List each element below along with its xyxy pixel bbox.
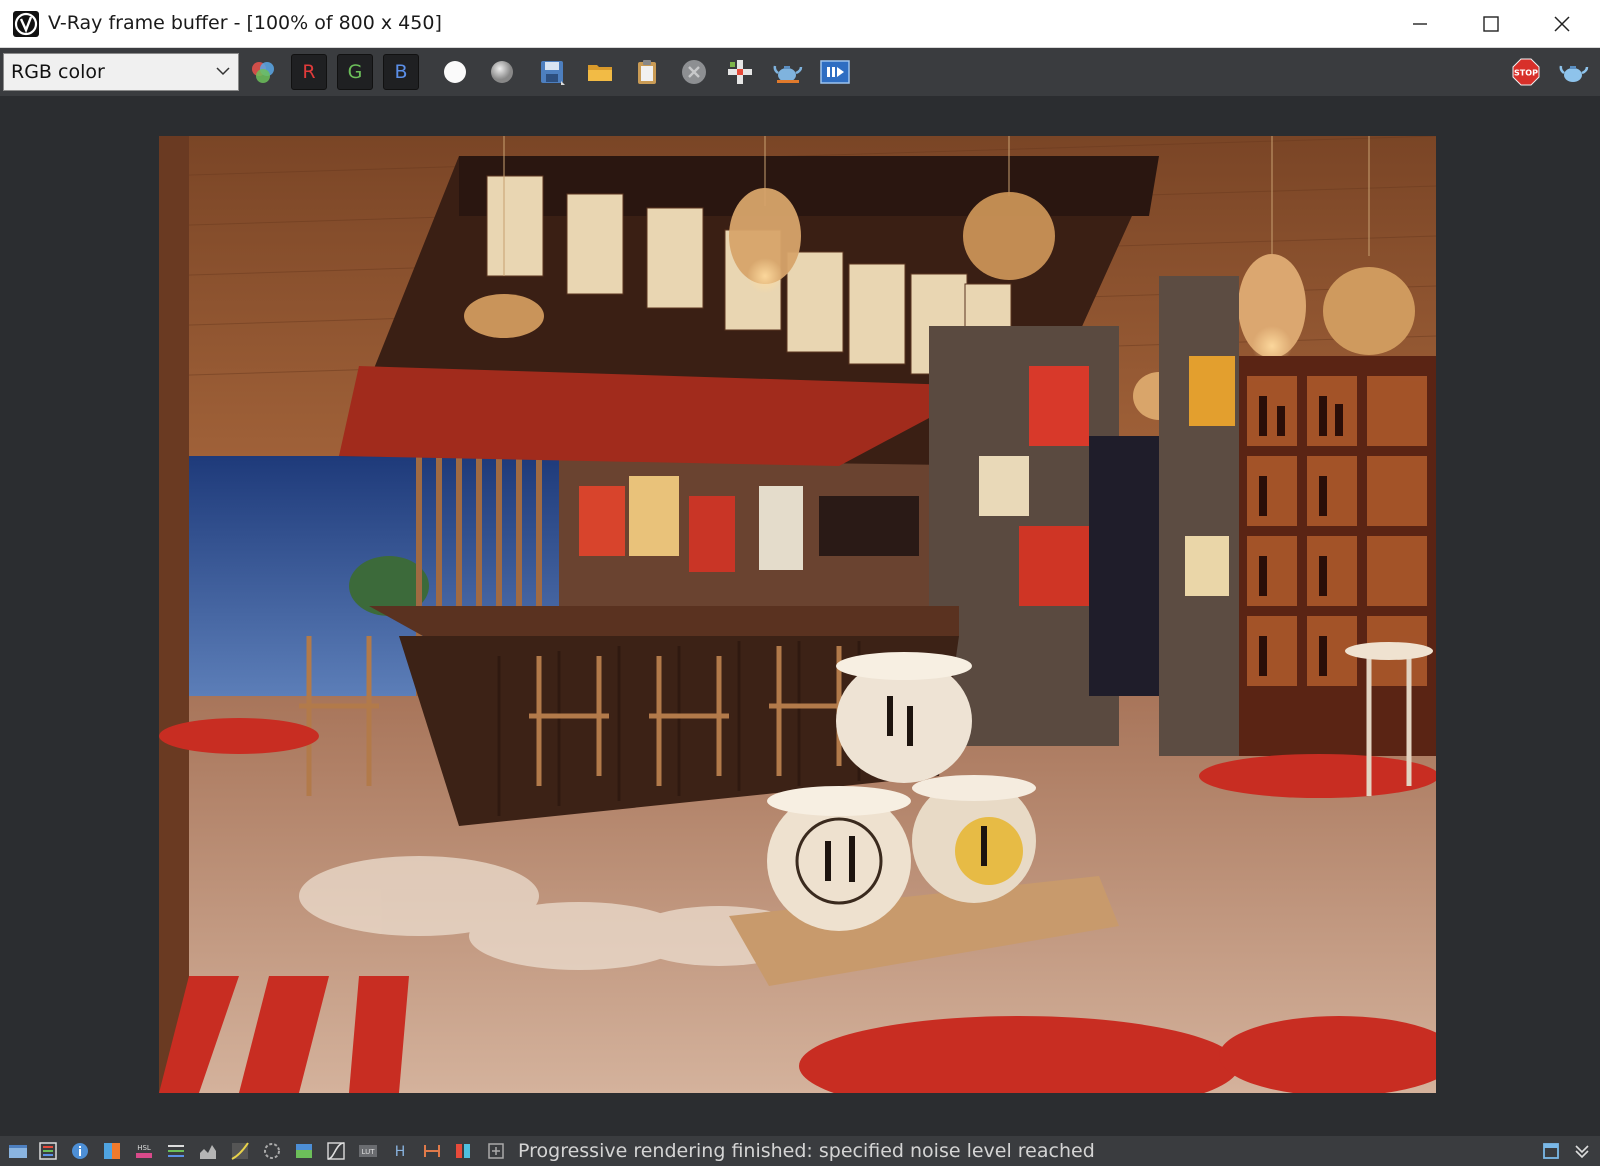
minimize-button[interactable] [1385, 0, 1455, 47]
render-icon [1559, 65, 1589, 82]
channel-select[interactable]: RGB color [3, 53, 239, 91]
background-icon[interactable] [294, 1141, 314, 1161]
save-image-icon [541, 61, 565, 85]
status-message: Progressive rendering finished: specifie… [518, 1140, 1095, 1162]
track-mouse-icon [728, 60, 752, 84]
svg-text:HSL: HSL [137, 1144, 151, 1152]
curves-icon[interactable] [230, 1141, 250, 1161]
title-bar: V-Ray frame buffer - [100% of 800 x 450] [0, 0, 1600, 48]
rgb-channels-icon [252, 62, 274, 83]
render-teapot-icon [773, 65, 803, 83]
render-teapot-button[interactable] [770, 54, 806, 90]
window-title: V-Ray frame buffer - [100% of 800 x 450] [48, 12, 442, 34]
track-mouse-button[interactable] [722, 54, 758, 90]
render-image[interactable] [159, 136, 1436, 1093]
clear-image-button[interactable] [676, 54, 712, 90]
clipboard-icon [638, 60, 656, 84]
clear-image-icon [682, 60, 706, 84]
red-channel-button[interactable]: R [291, 54, 327, 90]
compare-icon[interactable] [454, 1141, 474, 1161]
close-icon [1554, 15, 1570, 32]
stop-render-icon: STOP [1512, 58, 1540, 86]
save-image-button[interactable] [534, 54, 570, 90]
vray-logo-icon [13, 11, 39, 37]
render-area [0, 96, 1600, 1136]
color-correction-icon[interactable] [102, 1141, 122, 1161]
svg-text:STOP: STOP [1514, 69, 1538, 78]
chevron-down-icon [216, 67, 230, 76]
mono-white-icon [444, 61, 466, 83]
maximize-icon [1483, 15, 1499, 32]
region-render-icon [820, 60, 850, 84]
red-channel-label: R [302, 61, 316, 83]
clipboard-button[interactable] [629, 54, 665, 90]
mono-gray-button[interactable] [484, 54, 520, 90]
green-channel-button[interactable]: G [337, 54, 373, 90]
open-image-icon [588, 65, 612, 81]
mono-white-button[interactable] [437, 54, 473, 90]
mono-gray-icon [491, 61, 513, 83]
svg-text:H: H [395, 1144, 406, 1160]
toolbar: RGB color R G B STOP [0, 48, 1600, 96]
dock-icon[interactable] [1541, 1141, 1561, 1161]
blue-channel-button[interactable]: B [383, 54, 419, 90]
levels-icon[interactable] [166, 1141, 186, 1161]
status-bar: HSL LUT H Progressive rendering finished… [0, 1136, 1600, 1166]
exposure-icon[interactable] [262, 1141, 282, 1161]
region-render-button[interactable] [817, 54, 853, 90]
info-icon[interactable] [70, 1141, 90, 1161]
green-channel-label: G [347, 61, 363, 83]
hsl-icon[interactable]: HSL [134, 1141, 154, 1161]
histogram-icon[interactable] [198, 1141, 218, 1161]
hue-icon[interactable]: H [390, 1141, 410, 1161]
svg-text:LUT: LUT [362, 1148, 376, 1156]
minimize-icon [1413, 22, 1427, 25]
open-image-button[interactable] [582, 54, 618, 90]
expand-icon[interactable] [1572, 1141, 1592, 1161]
blue-channel-label: B [394, 61, 408, 83]
render-button[interactable] [1556, 54, 1592, 90]
curve-icon[interactable] [326, 1141, 346, 1161]
rgb-channels-button[interactable] [245, 54, 281, 90]
history-icon[interactable] [8, 1141, 28, 1161]
layers-icon[interactable] [38, 1141, 58, 1161]
channel-select-value: RGB color [11, 61, 105, 83]
maximize-button[interactable] [1456, 0, 1526, 47]
stop-render-button[interactable]: STOP [1508, 54, 1544, 90]
settings-icon[interactable] [486, 1141, 506, 1161]
range-icon[interactable] [422, 1141, 442, 1161]
close-button[interactable] [1527, 0, 1597, 47]
lut-icon[interactable]: LUT [358, 1141, 378, 1161]
